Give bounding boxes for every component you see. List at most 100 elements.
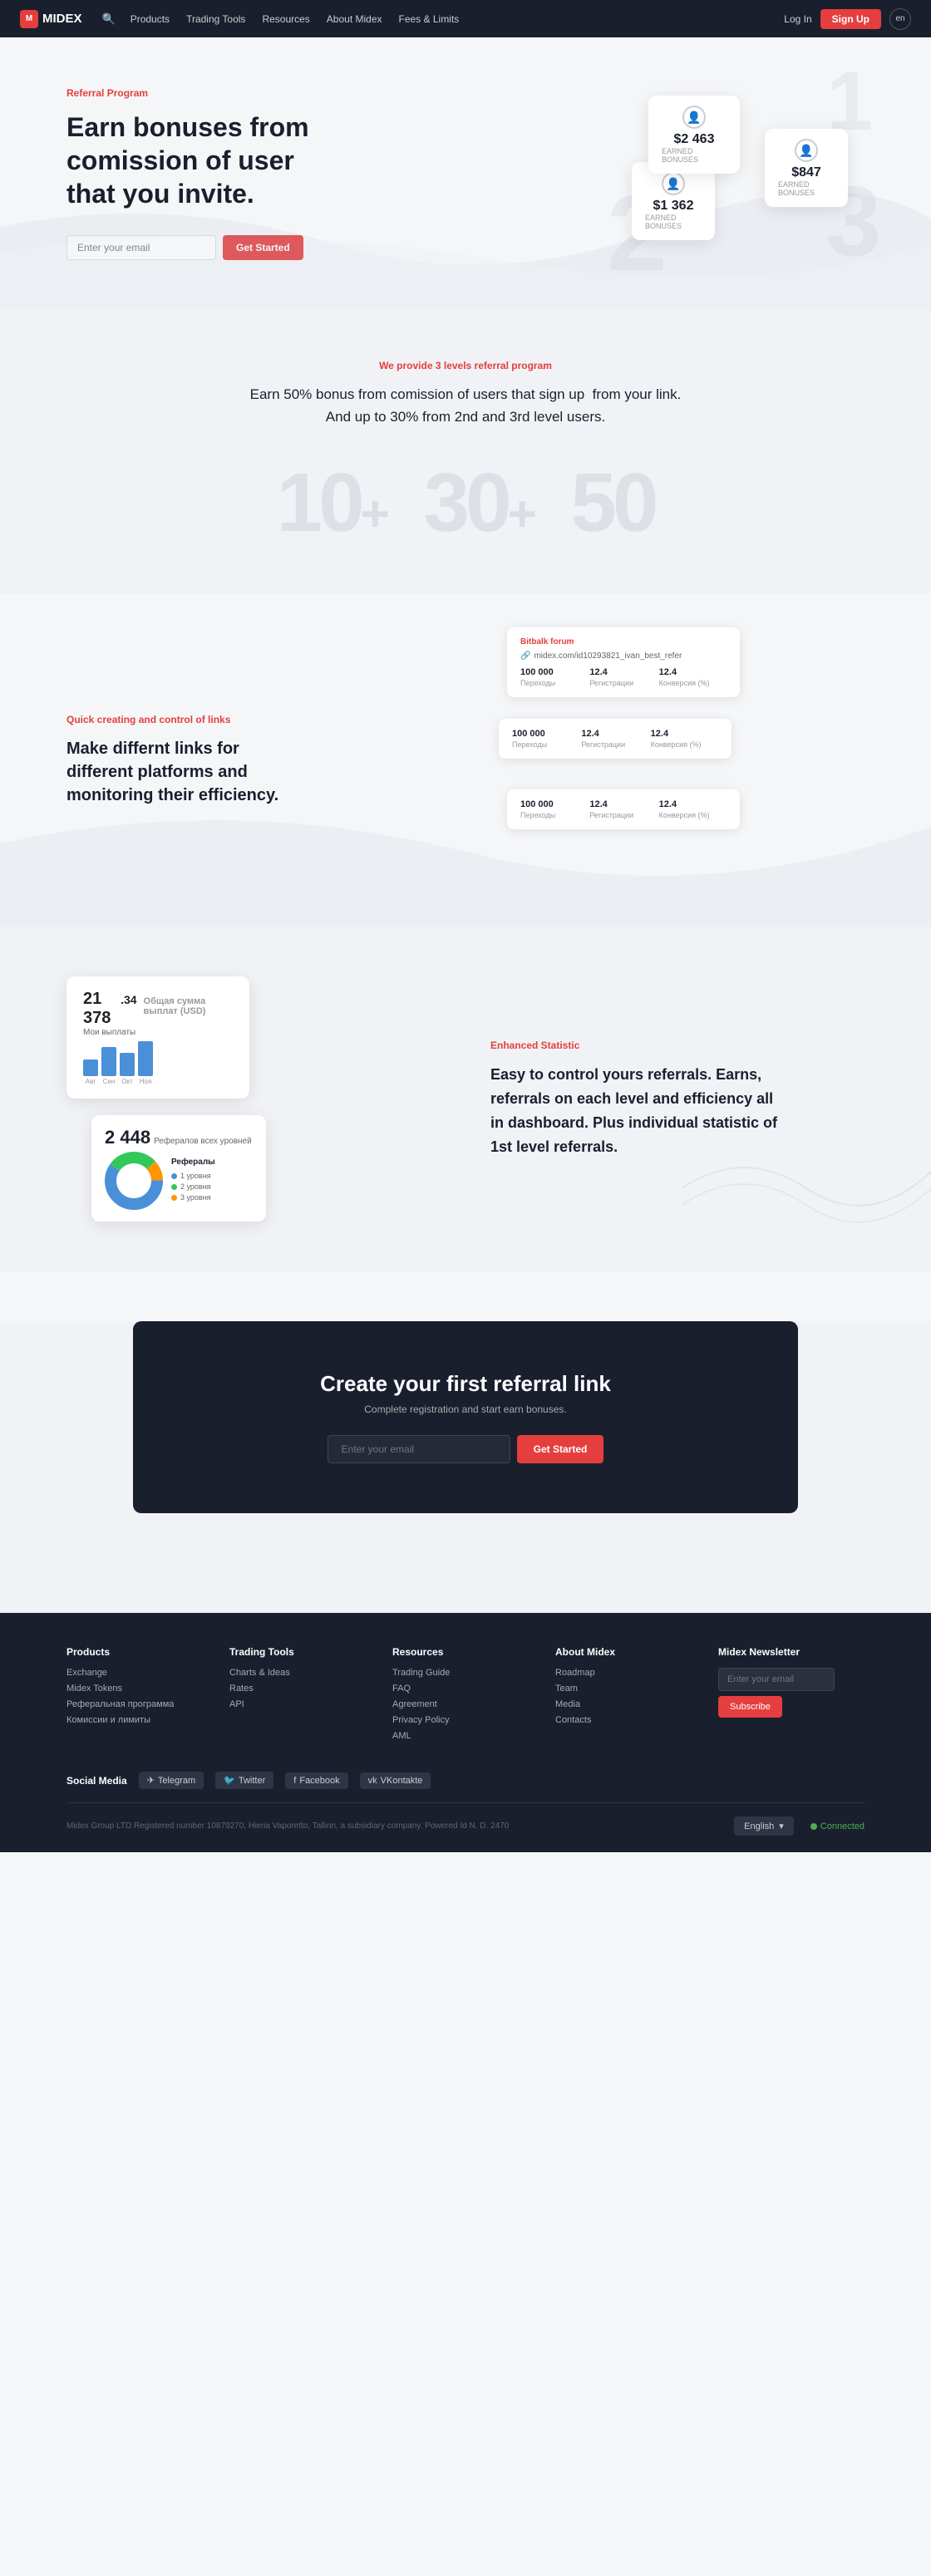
hero-bonus-cards: 1 2 3 👤 $2 463 EARNED BONUSES 👤 $1 362 E… [632, 71, 848, 287]
logo-text: MIDEX [42, 12, 82, 26]
connected-label: Connected [820, 1821, 864, 1831]
bar-aug [83, 1059, 98, 1076]
cta-email-input[interactable] [328, 1435, 510, 1463]
footer-products-title: Products [66, 1646, 213, 1658]
footer-roadmap[interactable]: Roadmap [555, 1668, 702, 1678]
footer-privacy[interactable]: Privacy Policy [392, 1715, 539, 1725]
connected-status: Connected [810, 1821, 864, 1831]
stats-demo: 21 378 .34 Общая сумма выплат (USD) Мои … [66, 976, 441, 1222]
footer-rates[interactable]: Rates [229, 1684, 376, 1694]
pie-label-1: 1 уровня [180, 1172, 211, 1180]
footer-charts[interactable]: Charts & Ideas [229, 1668, 376, 1678]
social-vkontakte[interactable]: vk VKontakte [360, 1772, 431, 1789]
pie-chart [105, 1152, 163, 1210]
footer-lang-selector[interactable]: English ▾ [734, 1816, 794, 1836]
bonus-card-2: 👤 $1 362 EARNED BONUSES [632, 162, 715, 240]
levels-tag: We provide 3 levels referral program [66, 360, 864, 371]
demo-card-title-1: Bitbalk forum [520, 637, 727, 646]
navbar-right: Log In Sign Up en [784, 8, 911, 30]
hero-email-input[interactable] [66, 235, 216, 260]
nav-links: Products Trading Tools Resources About M… [131, 13, 785, 25]
subscribe-button[interactable]: Subscribe [718, 1696, 782, 1718]
footer-faq[interactable]: FAQ [392, 1684, 539, 1694]
nav-products[interactable]: Products [131, 13, 170, 25]
login-link[interactable]: Log In [784, 13, 811, 25]
bonus-amount-1: $2 463 [674, 132, 715, 147]
bar-sep [101, 1047, 116, 1076]
cta-section: Create your first referral link Complete… [133, 1321, 798, 1513]
footer-resources: Resources Trading Guide FAQ Agreement Pr… [392, 1646, 539, 1747]
footer-products: Products Exchange Midex Tokens Реферальн… [66, 1646, 213, 1747]
lang-label: English [744, 1821, 774, 1831]
footer-newsletter: Midex Newsletter Subscribe [718, 1646, 864, 1747]
levels-numbers: 10+ 30+ 50 [66, 461, 864, 544]
footer-fees[interactable]: Комиссии и лимиты [66, 1715, 213, 1725]
pie-dot-1 [171, 1173, 177, 1179]
stats-total-num: 21 378 [83, 990, 119, 1028]
demo-table-3: 100 000 12.4 12.4 Переходы Регистрации К… [520, 799, 727, 819]
footer-contacts[interactable]: Contacts [555, 1715, 702, 1725]
links-text: Quick creating and control of links Make… [66, 714, 441, 807]
hero-cta-button[interactable]: Get Started [223, 235, 303, 260]
cta-form: Get Started [200, 1435, 732, 1463]
cta-wrapper: Create your first referral link Complete… [0, 1321, 931, 1613]
logo[interactable]: M MIDEX [20, 10, 82, 28]
bar-label-oct: Окт [121, 1078, 132, 1085]
links-section: Quick creating and control of links Make… [0, 594, 931, 927]
pie-legend: Рефералы 1 уровня 2 уровня 3 уровня [171, 1158, 215, 1204]
stats-text: Enhanced Statistic Easy to control yours… [490, 1040, 864, 1158]
cta-button[interactable]: Get Started [517, 1435, 604, 1463]
stats-my-payments: Мои выплаты [83, 1028, 233, 1037]
footer-agreement[interactable]: Agreement [392, 1699, 539, 1709]
lang-selector[interactable]: en [889, 8, 911, 30]
nav-about[interactable]: About Midex [327, 13, 382, 25]
hero-section: Referral Program Earn bonuses from comis… [0, 37, 931, 310]
footer-api[interactable]: API [229, 1699, 376, 1709]
footer-trading: Trading Tools Charts & Ideas Rates API [229, 1646, 376, 1747]
demo-table-1: 100 000 12.4 12.4 Переходы Регистрации К… [520, 667, 727, 687]
pie-label-3: 3 уровня [180, 1193, 211, 1202]
demo-card-url: 🔗 midex.com/id10293821_ivan_best_refer [520, 651, 727, 661]
link-demo-card-1: Bitbalk forum 🔗 midex.com/id10293821_iva… [507, 627, 740, 697]
bar-label-sep: Сен [103, 1078, 116, 1085]
pie-dot-2 [171, 1184, 177, 1190]
nav-trading-tools[interactable]: Trading Tools [186, 13, 245, 25]
footer-exchange[interactable]: Exchange [66, 1668, 213, 1678]
footer-bottom: Midex Group LTD Registered number 108792… [66, 1802, 864, 1836]
stats-total-row: 21 378 .34 Общая сумма выплат (USD) [83, 990, 233, 1028]
bonus-amount-2: $1 362 [653, 199, 694, 214]
stats-description: Easy to control yours referrals. Earns, … [490, 1063, 790, 1158]
footer-team[interactable]: Team [555, 1684, 702, 1694]
footer-referral[interactable]: Реферальная программа [66, 1699, 213, 1709]
pie-row: Рефералы 1 уровня 2 уровня 3 уровня [105, 1152, 253, 1210]
user-icon-3: 👤 [795, 139, 818, 162]
footer-midex-tokens[interactable]: Midex Tokens [66, 1684, 213, 1694]
referrals-label: Рефералов всех уровней [154, 1137, 252, 1146]
social-facebook[interactable]: f Facebook [285, 1772, 347, 1789]
nav-fees[interactable]: Fees & Limits [399, 13, 460, 25]
signup-button[interactable]: Sign Up [820, 9, 881, 29]
pie-dot-3 [171, 1195, 177, 1201]
social-twitter[interactable]: 🐦 Twitter [215, 1772, 273, 1789]
navbar: M MIDEX 🔍 Products Trading Tools Resourc… [0, 0, 931, 37]
nav-resources[interactable]: Resources [262, 13, 309, 25]
chevron-down-icon: ▾ [779, 1821, 784, 1831]
footer-aml[interactable]: AML [392, 1731, 539, 1741]
demo-table-2: 100 000 12.4 12.4 Переходы Регистрации К… [512, 729, 718, 749]
footer-trading-guide[interactable]: Trading Guide [392, 1668, 539, 1678]
footer-grid: Products Exchange Midex Tokens Реферальн… [66, 1646, 864, 1747]
cta-subtitle: Complete registration and start earn bon… [200, 1404, 732, 1415]
search-icon[interactable]: 🔍 [102, 12, 116, 26]
user-icon-2: 👤 [662, 172, 685, 195]
stats-total-dummy: Общая сумма выплат (USD) [144, 996, 233, 1016]
social-telegram[interactable]: ✈ Telegram [139, 1772, 204, 1789]
newsletter-email-input[interactable] [718, 1668, 835, 1691]
footer-about: About Midex Roadmap Team Media Contacts [555, 1646, 702, 1747]
footer-media[interactable]: Media [555, 1699, 702, 1709]
footer-copyright: Midex Group LTD Registered number 108792… [66, 1821, 509, 1831]
stats-pie-card: 2 448 Рефералов всех уровней Рефералы 1 … [91, 1115, 266, 1222]
footer-resources-title: Resources [392, 1646, 539, 1658]
telegram-icon: ✈ [147, 1775, 155, 1786]
bar-oct [120, 1053, 135, 1076]
bar-label-nov: Ноя [140, 1078, 152, 1085]
